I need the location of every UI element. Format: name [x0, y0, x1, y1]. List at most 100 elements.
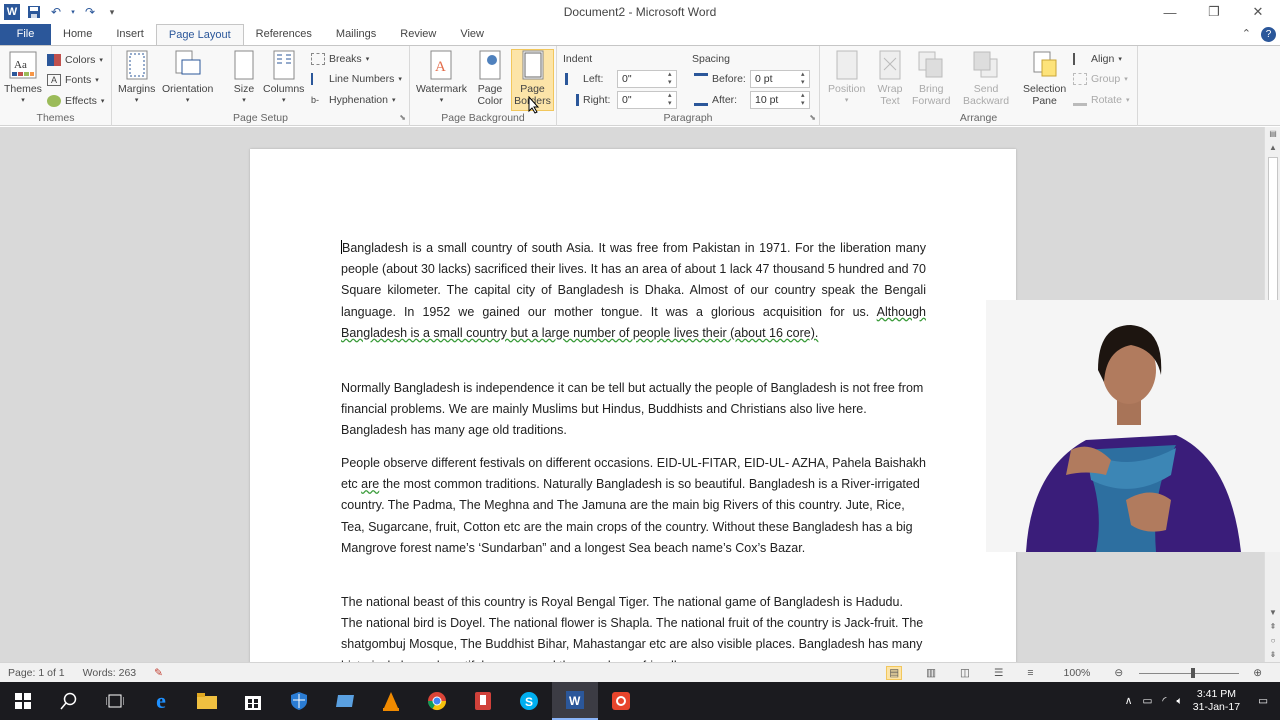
clock-time: 3:41 PM	[1196, 688, 1236, 700]
volume-icon[interactable]: 🔈︎	[1176, 695, 1182, 708]
tab-references[interactable]: References	[244, 24, 324, 45]
group-button[interactable]: Group ▾	[1073, 70, 1128, 88]
next-page-icon[interactable]: ⇟	[1265, 648, 1280, 662]
chrome-browser-icon[interactable]	[414, 682, 460, 720]
action-center-icon[interactable]: ▭	[1258, 695, 1268, 707]
word-count[interactable]: Words: 263	[83, 667, 137, 679]
scroll-down-icon[interactable]: ▼	[1265, 606, 1280, 620]
title-bar: W ↶ ▾ ↷ ▾ Document2 - Microsoft Word — ❐…	[0, 0, 1280, 24]
browse-object-icon[interactable]: ○	[1265, 634, 1280, 648]
spacing-after-label: After:	[694, 91, 737, 109]
task-view-icon[interactable]	[92, 682, 138, 720]
orientation-button[interactable]: Orientation ▾	[162, 50, 213, 107]
fonts-button[interactable]: A Fonts ▾	[47, 71, 99, 89]
spacing-after-input[interactable]: 10 pt	[750, 91, 810, 109]
paragraph-3[interactable]: People observe different festivals on di…	[341, 453, 926, 559]
tab-home[interactable]: Home	[51, 24, 104, 45]
selection-pane-button[interactable]: Selection Pane	[1023, 50, 1066, 107]
security-shield-icon[interactable]	[276, 682, 322, 720]
colors-button[interactable]: Colors ▾	[47, 51, 103, 69]
minimize-button[interactable]: —	[1148, 0, 1192, 24]
tab-mailings[interactable]: Mailings	[324, 24, 388, 45]
close-button[interactable]: ✕	[1236, 0, 1280, 24]
print-layout-icon[interactable]: ▤	[886, 666, 903, 680]
word-app-icon[interactable]: W	[552, 682, 598, 720]
file-explorer-icon[interactable]	[184, 682, 230, 720]
arrange-group-label: Arrange	[959, 112, 998, 124]
paragraph-2[interactable]: Normally Bangladesh is independence it c…	[341, 378, 926, 442]
columns-button[interactable]: Columns ▾	[263, 50, 304, 107]
ruler-toggle-icon[interactable]: ▤	[1265, 127, 1280, 141]
web-layout-icon[interactable]: ◫	[960, 667, 970, 679]
page-color-button[interactable]: Page Color	[476, 50, 504, 107]
align-button[interactable]: Align ▾	[1073, 50, 1122, 68]
previous-page-icon[interactable]: ⇞	[1265, 620, 1280, 634]
zoom-controls: ▤ ▥ ◫ ☰ ≡ 100% ⊖ ⊕	[878, 666, 1272, 680]
search-icon[interactable]	[46, 682, 92, 720]
ribbon-tabs: File Home Insert Page Layout References …	[0, 24, 1280, 45]
zoom-level[interactable]: 100%	[1064, 667, 1091, 679]
spacing-before-input[interactable]: 0 pt	[750, 70, 810, 88]
bring-forward-button[interactable]: Bring Forward	[912, 50, 951, 107]
indent-right-input[interactable]: 0"	[617, 91, 677, 109]
themes-button[interactable]: Aa Themes ▾	[4, 50, 42, 107]
vlc-player-icon[interactable]	[368, 682, 414, 720]
help-icon[interactable]: ?	[1261, 27, 1276, 42]
tab-page-layout[interactable]: Page Layout	[155, 24, 244, 45]
scroll-up-icon[interactable]: ▲	[1265, 141, 1280, 155]
indent-left-label: Left:	[565, 70, 603, 88]
page-color-icon	[476, 50, 504, 80]
interpreter-video	[986, 300, 1280, 552]
margins-button[interactable]: Margins ▾	[118, 50, 155, 107]
zoom-in-icon[interactable]: ⊕	[1253, 667, 1262, 679]
position-button[interactable]: Position ▾	[828, 50, 865, 107]
hyphenation-button[interactable]: b- Hyphenation ▾	[311, 91, 395, 109]
zoom-slider[interactable]	[1139, 667, 1240, 678]
skype-icon[interactable]: S	[506, 682, 552, 720]
size-button[interactable]: Size ▾	[230, 50, 258, 107]
effects-button[interactable]: Effects ▾	[47, 92, 104, 110]
wifi-icon[interactable]: ◜	[1162, 695, 1166, 707]
line-numbers-button[interactable]: Line Numbers ▾	[311, 70, 402, 88]
app-blue-icon[interactable]	[322, 682, 368, 720]
tab-insert[interactable]: Insert	[104, 24, 156, 45]
arrange-group: Position ▾ Wrap Text Bring Forward Send B…	[820, 46, 1138, 126]
wrap-text-label-2: Text	[880, 95, 900, 107]
tab-review[interactable]: Review	[388, 24, 448, 45]
paragraph-4[interactable]: The national beast of this country is Ro…	[341, 592, 926, 662]
indent-left-input[interactable]: 0"	[617, 70, 677, 88]
clock[interactable]: 3:41 PM 31-Jan-17	[1193, 688, 1240, 714]
watermark-icon: A	[427, 50, 455, 80]
rotate-button[interactable]: Rotate ▾	[1073, 91, 1129, 109]
wrap-text-button[interactable]: Wrap Text	[876, 50, 904, 107]
paragraph-launcher-icon[interactable]: ⬊	[809, 113, 816, 122]
outline-icon[interactable]: ☰	[994, 667, 1003, 679]
paragraph-1[interactable]: Bangladesh is a small country of south A…	[341, 238, 926, 344]
battery-icon[interactable]: ▭	[1142, 695, 1152, 707]
store-icon[interactable]	[230, 682, 276, 720]
taskbar: e S W ∧ ▭ ◜ 🔈︎ 3:41 PM 31-Jan-17 ▭	[0, 682, 1280, 720]
tab-view[interactable]: View	[448, 24, 496, 45]
zoom-out-icon[interactable]: ⊖	[1114, 667, 1123, 679]
document-page[interactable]: Bangladesh is a small country of south A…	[250, 149, 1016, 662]
grammar-flagged-word[interactable]: are	[361, 477, 379, 491]
indent-right-text: Right:	[583, 94, 611, 106]
breaks-button[interactable]: Breaks ▾	[311, 50, 369, 68]
edge-browser-icon[interactable]: e	[138, 682, 184, 720]
spacing-before-icon	[694, 73, 708, 85]
reader-app-icon[interactable]	[460, 682, 506, 720]
full-screen-reading-icon[interactable]: ▥	[926, 667, 936, 679]
proofing-icon[interactable]: ✎	[154, 667, 163, 679]
watermark-button[interactable]: A Watermark ▾	[416, 50, 467, 107]
page-setup-launcher-icon[interactable]: ⬊	[399, 113, 406, 122]
draft-icon[interactable]: ≡	[1027, 667, 1033, 679]
windows-start-icon[interactable]	[0, 682, 46, 720]
minimize-ribbon-icon[interactable]: ⌃	[1242, 27, 1251, 42]
zoom-slider-knob[interactable]	[1191, 667, 1196, 678]
page-count[interactable]: Page: 1 of 1	[8, 667, 65, 679]
restore-button[interactable]: ❐	[1192, 0, 1236, 24]
camera-app-icon[interactable]	[598, 682, 644, 720]
show-hidden-icons-icon[interactable]: ∧	[1125, 695, 1133, 707]
tab-file[interactable]: File	[0, 24, 51, 45]
send-backward-button[interactable]: Send Backward	[963, 50, 1009, 107]
